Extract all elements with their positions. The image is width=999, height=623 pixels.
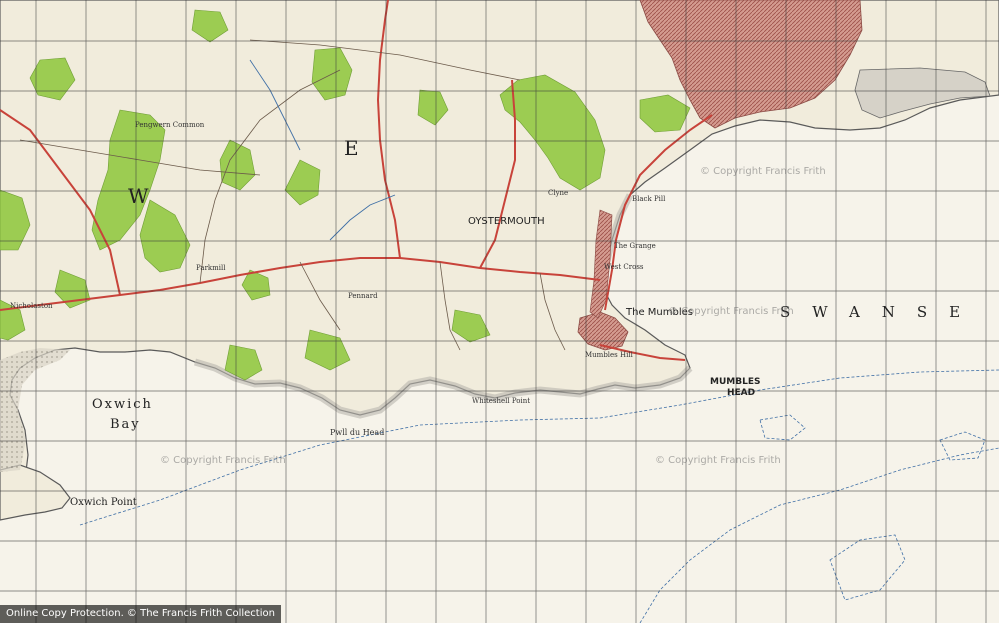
- bay-label-oxwich: Oxwich: [92, 397, 153, 412]
- west-cross-label: West Cross: [604, 263, 644, 271]
- swansea-bay-label: SWANSE: [780, 303, 983, 321]
- oxwich-point-label: Oxwich Point: [70, 497, 137, 508]
- copyright-watermark: © Copyright Francis Frith: [668, 306, 794, 317]
- pwll-du-head-label: Pwll du Head: [330, 428, 385, 437]
- parkmill-label: Parkmill: [196, 264, 226, 272]
- map-letter-w: W: [128, 184, 149, 208]
- oystermouth-label: OYSTERMOUTH: [468, 216, 545, 227]
- the-grange-label: The Grange: [614, 242, 656, 250]
- bay-label-bay: Bay: [110, 417, 141, 432]
- whiteshell-point-label: Whiteshell Point: [472, 397, 531, 405]
- mumbles-head-label-2: HEAD: [727, 388, 756, 398]
- clyne-label: Clyne: [548, 189, 569, 197]
- copyright-watermark: © Copyright Francis Frith: [700, 166, 826, 177]
- nicholaston-label: Nicholaston: [10, 302, 53, 310]
- pengwern-common-label: Pengwern Common: [135, 121, 205, 129]
- blackpill-label: Black Pill: [632, 195, 666, 203]
- map-letter-e: E: [344, 136, 359, 160]
- os-map-view[interactable]: W E Oxwich Bay SWANSE Oxwich Point MUMBL…: [0, 0, 999, 623]
- mumbles-hill-label: Mumbles Hill: [585, 351, 633, 359]
- copyright-watermark: © Copyright Francis Frith: [655, 455, 781, 466]
- copyright-watermark: © Copyright Francis Frith: [160, 455, 286, 466]
- copyright-footer: Online Copy Protection. © The Francis Fr…: [0, 605, 281, 623]
- mumbles-head-label-1: MUMBLES: [710, 377, 761, 387]
- pennard-label: Pennard: [348, 292, 378, 300]
